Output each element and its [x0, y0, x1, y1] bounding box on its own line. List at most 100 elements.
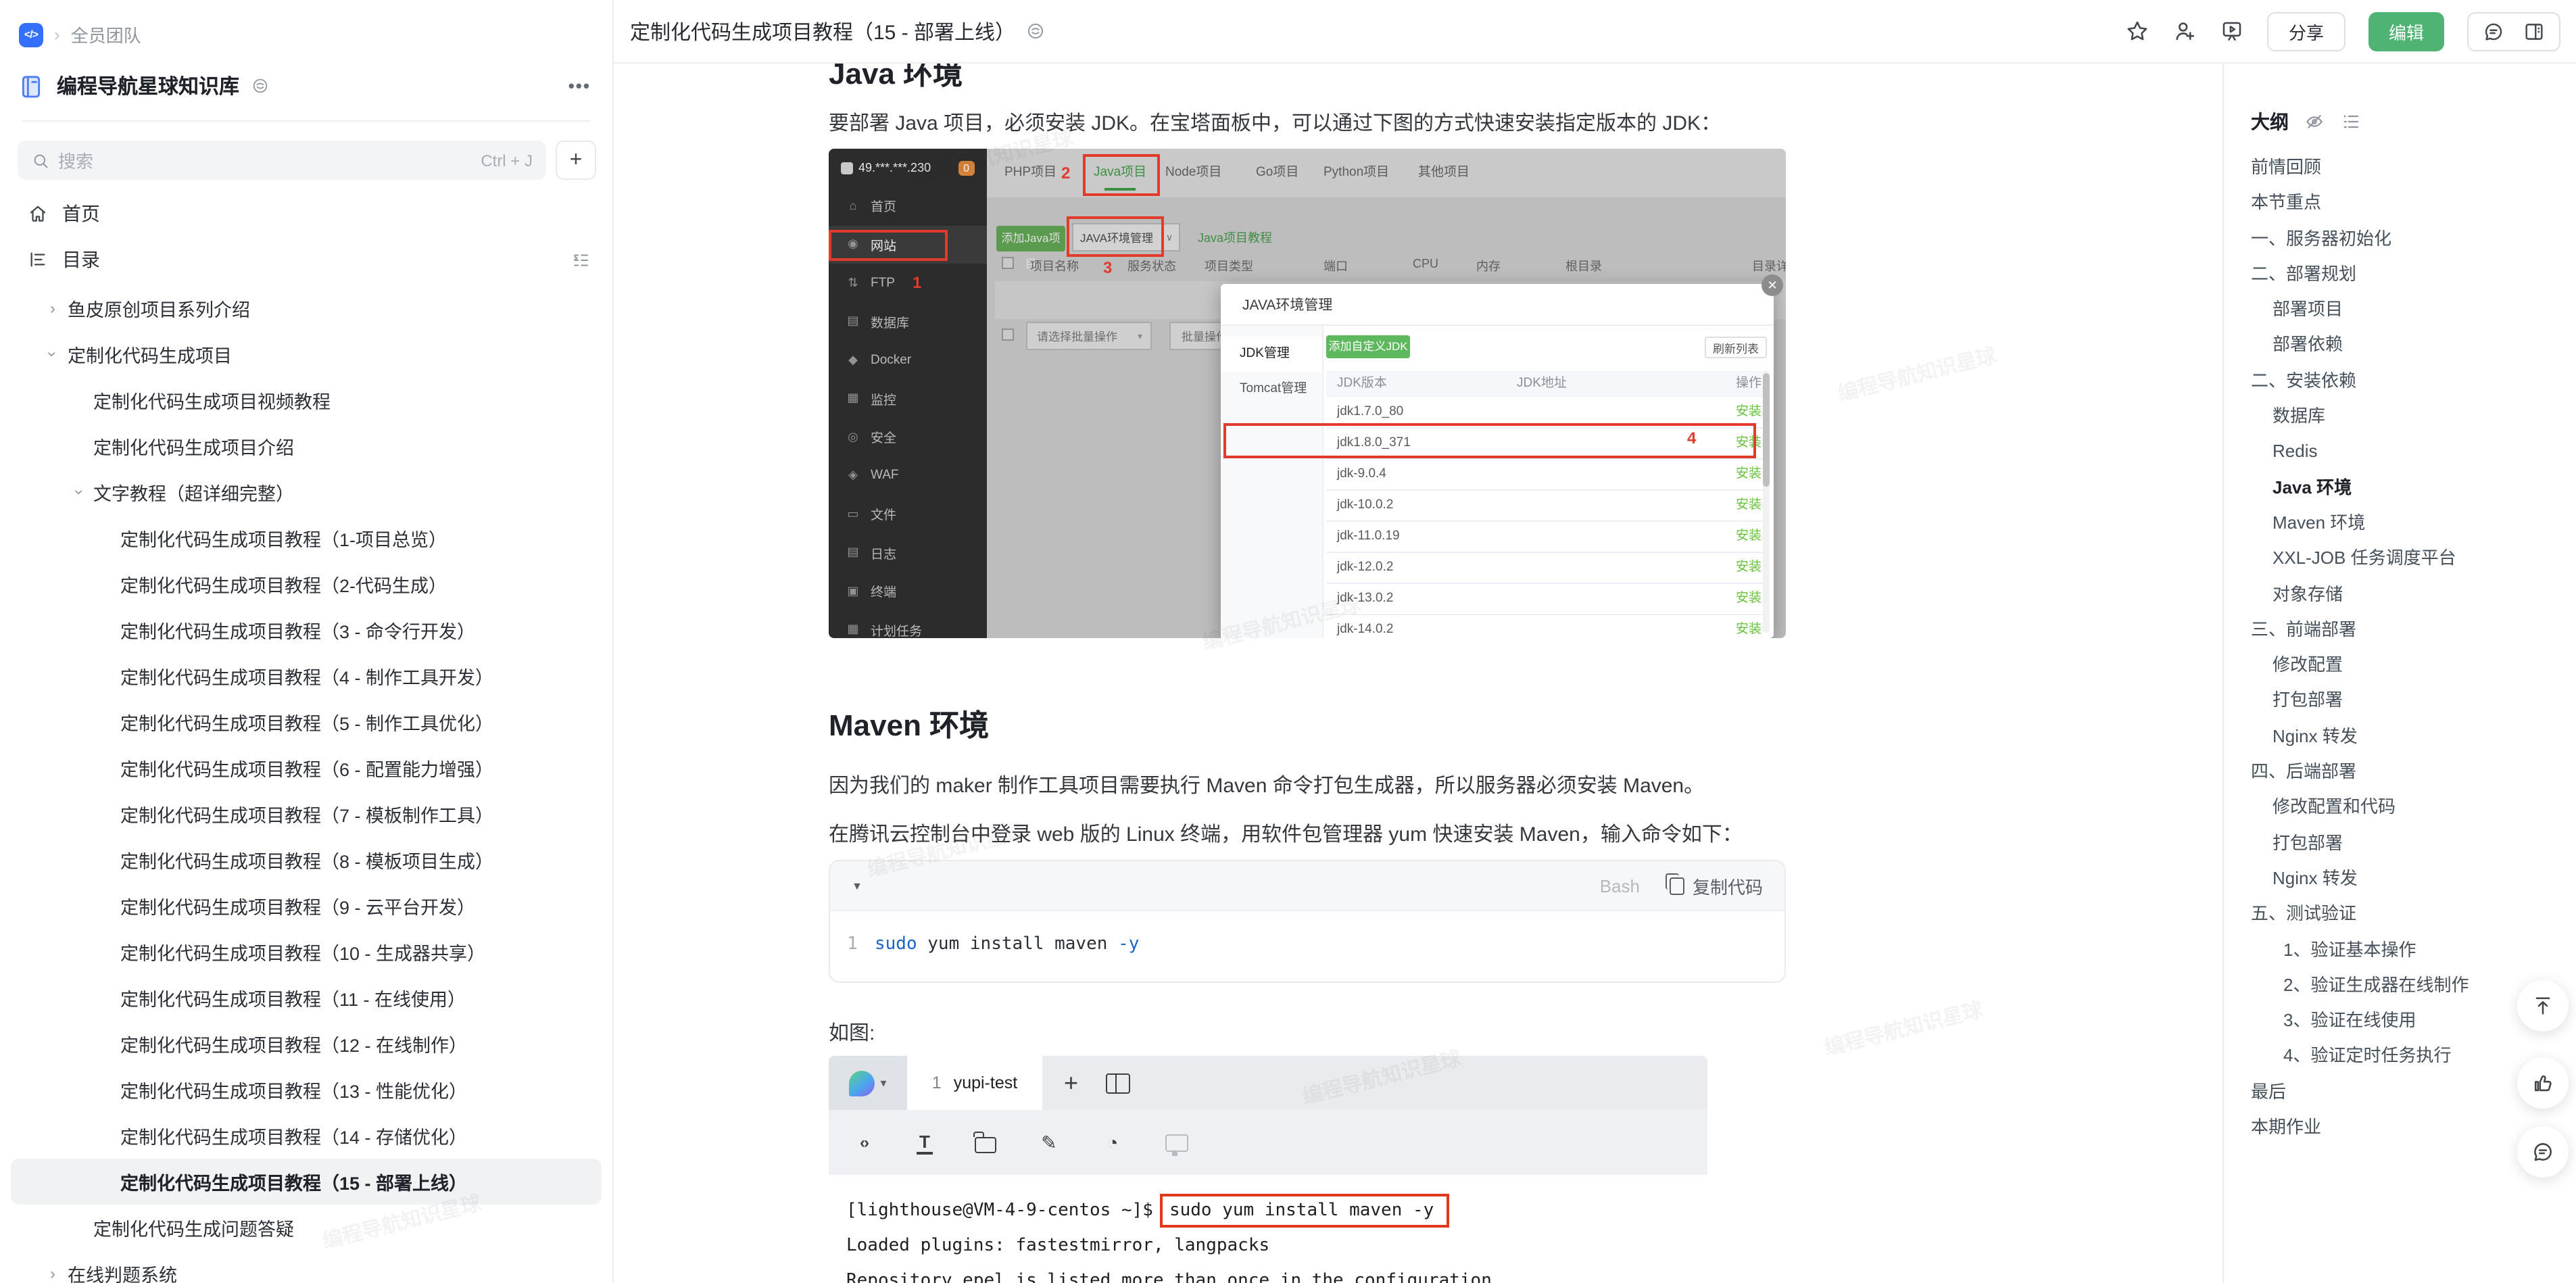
- jdk-install-link[interactable]: 安装: [1736, 615, 1761, 638]
- outline-item[interactable]: Maven 环境: [2251, 506, 2576, 541]
- code-tool-icon[interactable]: ‹›: [853, 1133, 875, 1152]
- outline-item[interactable]: 对象存储: [2251, 577, 2576, 612]
- outline-item[interactable]: Redis: [2251, 435, 2576, 470]
- bt-checkbox[interactable]: [1002, 257, 1014, 269]
- tree-item[interactable]: 定制化代码生成项目教程（2-代码生成）: [11, 561, 602, 607]
- bt-batch-select[interactable]: 请选择批量操作▾: [1026, 322, 1152, 350]
- outline-item[interactable]: 修改配置: [2251, 648, 2576, 683]
- outline-item[interactable]: 五、测试验证: [2251, 896, 2576, 932]
- bt-panel-screenshot[interactable]: 49.***.***.230 0 ⌂ 首页 ◉: [829, 149, 1786, 638]
- tree-item[interactable]: 定制化代码生成项目教程（10 - 生成器共享）: [11, 929, 602, 975]
- outline-item[interactable]: Java 环境: [2251, 470, 2576, 506]
- code-collapse-icon[interactable]: ▼: [852, 879, 862, 892]
- terminal-tab[interactable]: 1 yupi-test: [907, 1056, 1042, 1110]
- close-icon[interactable]: ✕: [1761, 274, 1783, 296]
- collapse-all-icon[interactable]: [570, 249, 591, 270]
- sidebar-item-home[interactable]: 首页: [0, 191, 612, 237]
- tree-item[interactable]: 定制化代码生成项目教程（4 - 制作工具开发）: [11, 653, 602, 699]
- tree-item[interactable]: 定制化代码生成项目教程（1-项目总览）: [11, 515, 602, 561]
- tree-item[interactable]: 定制化代码生成项目介绍: [11, 423, 602, 469]
- sidebar-item-toc[interactable]: 目录: [0, 237, 612, 283]
- outline-item[interactable]: 数据库: [2251, 399, 2576, 435]
- outline-item[interactable]: 部署依赖: [2251, 328, 2576, 364]
- bt-add-java-button[interactable]: 添加Java项目: [996, 226, 1065, 251]
- bt-tab[interactable]: Python项目: [1323, 149, 1389, 197]
- format-tool-icon[interactable]: T: [917, 1131, 933, 1154]
- outline-item[interactable]: 修改配置和代码: [2251, 790, 2576, 826]
- jdk-install-link[interactable]: 安装: [1736, 491, 1761, 521]
- like-button[interactable]: [2517, 1057, 2569, 1109]
- bt-menu-item[interactable]: ⌂ 首页: [829, 187, 987, 225]
- outline-item[interactable]: Nginx 转发: [2251, 861, 2576, 897]
- bt-menu-item[interactable]: ▦ 计划任务: [829, 610, 987, 638]
- side-panel-icon[interactable]: [2523, 20, 2546, 43]
- bt-tab[interactable]: PHP项目: [1004, 149, 1056, 197]
- tree-item[interactable]: 定制化代码生成项目教程（9 - 云平台开发）: [11, 883, 602, 929]
- bt-menu-item[interactable]: ▦ 监控: [829, 379, 987, 418]
- outline-item[interactable]: XXL-JOB 任务调度平台: [2251, 541, 2576, 577]
- gauge-tool-icon[interactable]: ◔: [1102, 1132, 1123, 1153]
- outline-item[interactable]: 二、部署规划: [2251, 257, 2576, 293]
- tree-item[interactable]: 定制化代码生成项目教程（8 - 模板项目生成）: [11, 837, 602, 883]
- bt-menu-item[interactable]: ⇅ FTP: [829, 264, 987, 302]
- edit-tool-icon[interactable]: ✎: [1038, 1131, 1060, 1154]
- tree-item[interactable]: 定制化代码生成项目教程（15 - 部署上线）: [11, 1159, 602, 1205]
- workspace-logo-icon[interactable]: </>: [19, 22, 43, 47]
- terminal-app-menu[interactable]: ▾: [829, 1056, 907, 1110]
- outline-item[interactable]: 本节重点: [2251, 186, 2576, 222]
- tree-item[interactable]: › 文字教程（超详细完整）: [11, 469, 602, 515]
- tree-item[interactable]: › 在线判题系统: [11, 1251, 602, 1283]
- tree-item[interactable]: 定制化代码生成项目教程（3 - 命令行开发）: [11, 607, 602, 653]
- comment-icon[interactable]: [2482, 20, 2505, 43]
- dialog-tab-jdk[interactable]: JDK管理: [1221, 337, 1322, 372]
- outline-list-icon[interactable]: [2340, 111, 2362, 132]
- tree-item[interactable]: › 鱼皮原创项目系列介绍: [11, 285, 602, 331]
- add-collaborator-icon[interactable]: [2172, 19, 2197, 43]
- folder-tool-icon[interactable]: [975, 1137, 996, 1153]
- bt-tab[interactable]: Node项目: [1165, 149, 1221, 197]
- bt-menu-item[interactable]: ▤ 日志: [829, 533, 987, 572]
- jdk-install-link[interactable]: 安装: [1736, 460, 1761, 489]
- tree-item[interactable]: 定制化代码生成项目教程（6 - 配置能力增强）: [11, 745, 602, 791]
- bt-menu-item[interactable]: ◆ Docker: [829, 341, 987, 379]
- outline-item[interactable]: 打包部署: [2251, 683, 2576, 719]
- eye-off-icon[interactable]: [2304, 111, 2325, 132]
- share-button[interactable]: 分享: [2267, 11, 2346, 51]
- more-menu-button[interactable]: •••: [568, 76, 591, 96]
- jdk-install-link[interactable]: 安装: [1736, 522, 1761, 552]
- outline-item[interactable]: 1、验证基本操作: [2251, 932, 2576, 968]
- tree-item[interactable]: 定制化代码生成项目视频教程: [11, 377, 602, 423]
- bt-menu-item[interactable]: ▣ 终端: [829, 572, 987, 610]
- tree-chevron-icon[interactable]: ›: [70, 484, 89, 500]
- outline-item[interactable]: 三、前端部署: [2251, 612, 2576, 648]
- split-pane-icon[interactable]: [1105, 1073, 1129, 1093]
- tree-item[interactable]: › 定制化代码生成项目: [11, 331, 602, 377]
- tree-chevron-icon[interactable]: ›: [45, 1264, 61, 1283]
- bt-menu-item[interactable]: ▭ 文件: [829, 495, 987, 533]
- edit-button[interactable]: 编辑: [2368, 11, 2444, 51]
- new-doc-button[interactable]: +: [556, 141, 596, 180]
- jdk-install-link[interactable]: 安装: [1736, 553, 1761, 583]
- tree-item[interactable]: 定制化代码生成问题答疑: [11, 1205, 602, 1251]
- outline-item[interactable]: Nginx 转发: [2251, 719, 2576, 755]
- comment-fab-button[interactable]: [2517, 1126, 2569, 1178]
- tree-item[interactable]: 定制化代码生成项目教程（11 - 在线使用）: [11, 975, 602, 1021]
- bt-tab[interactable]: 其他项目: [1418, 149, 1469, 197]
- outline-item[interactable]: 二、安装依赖: [2251, 364, 2576, 400]
- tree-item[interactable]: 定制化代码生成项目教程（13 - 性能优化）: [11, 1067, 602, 1113]
- bt-tab[interactable]: Go项目: [1256, 149, 1298, 197]
- outline-item[interactable]: 前情回顾: [2251, 150, 2576, 186]
- outline-item[interactable]: 一、服务器初始化: [2251, 221, 2576, 257]
- outline-item[interactable]: 打包部署: [2251, 825, 2576, 861]
- presentation-icon[interactable]: [2220, 19, 2244, 43]
- back-to-top-button[interactable]: [2517, 980, 2569, 1032]
- add-custom-jdk-button[interactable]: 添加自定义JDK: [1326, 335, 1410, 358]
- dialog-scrollbar-thumb[interactable]: [1763, 373, 1770, 487]
- outline-item[interactable]: 四、后端部署: [2251, 754, 2576, 790]
- outline-item[interactable]: 部署项目: [2251, 292, 2576, 328]
- jdk-install-link[interactable]: 安装: [1736, 584, 1761, 614]
- refresh-list-button[interactable]: 刷新列表: [1705, 337, 1767, 358]
- tree-item[interactable]: 定制化代码生成项目教程（14 - 存储优化）: [11, 1113, 602, 1159]
- breadcrumb-team[interactable]: 全员团队: [71, 22, 141, 47]
- tree-chevron-icon[interactable]: ›: [43, 346, 62, 362]
